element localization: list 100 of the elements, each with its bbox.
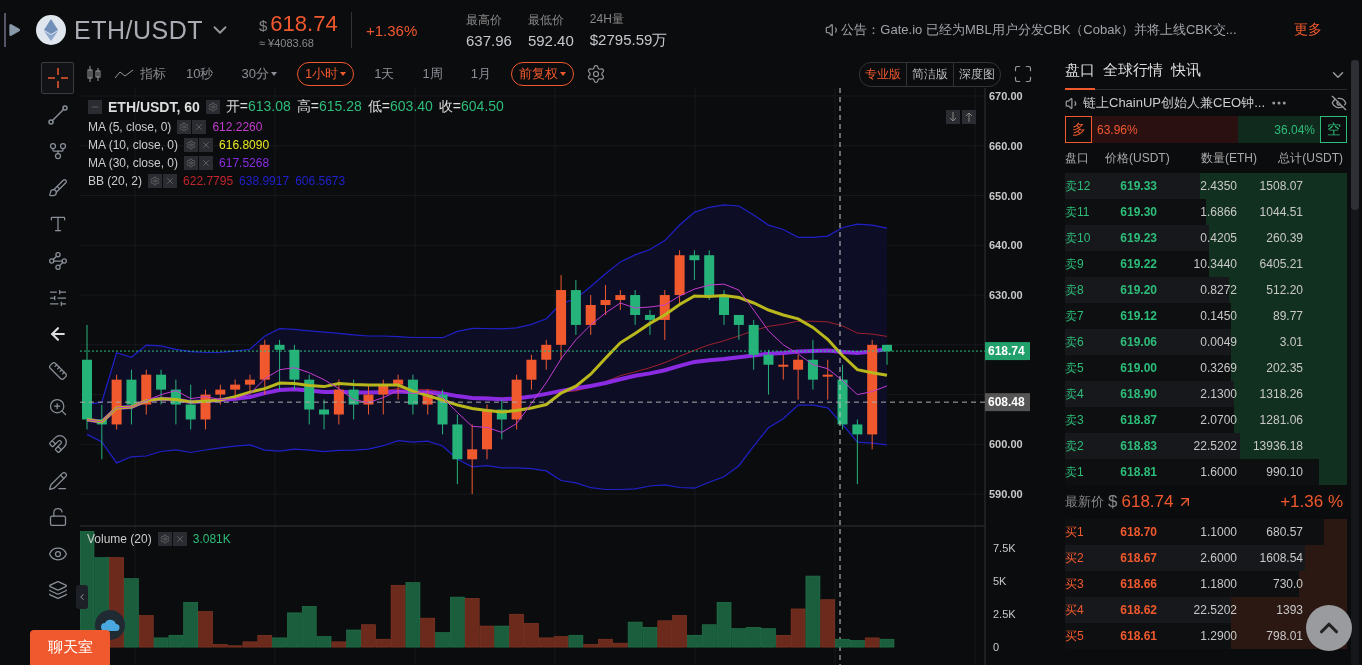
currency-symbol: $ [259,17,268,34]
stat-label: 24H量 [589,10,625,28]
candlestick [156,369,167,406]
interval-tab[interactable]: 1周 [414,62,451,86]
chat-room-button[interactable]: 聊天室 [30,630,110,665]
interval-tab[interactable]: 1月 [462,62,499,86]
long-label: 多 [1065,116,1092,143]
ask-label: 卖5 [1065,359,1085,377]
coin-logo-icon [36,15,66,45]
ask-label: 卖1 [1065,463,1085,481]
candlestick [230,379,241,401]
sliders-icon [47,287,68,308]
line-chart-icon[interactable] [114,68,134,80]
scale-up-icon[interactable] [962,110,976,124]
candlestick [363,384,374,415]
more-link[interactable]: 更多 [1294,21,1322,39]
view-tab[interactable]: 简洁版 [906,62,953,86]
bid-amount: 1.2900 [1199,629,1237,643]
candlestick [170,379,181,425]
chevron-left-icon [77,592,87,602]
candlestick [200,389,211,430]
column-header: 盘口 [1065,149,1090,167]
fullscreen-icon[interactable] [1013,64,1033,84]
ask-total: 1318.26 [1258,387,1303,401]
column-header: 价格(USDT) [1104,149,1171,167]
candlestick [644,309,655,336]
ask-amount: 2.4350 [1199,179,1237,193]
ohlc-value: 收=604.50 [438,98,504,116]
crosshair-icon [46,67,69,89]
ask-label: 卖12 [1065,177,1092,195]
candlestick [837,364,848,430]
panel-tab[interactable]: 全球行情 [1103,59,1163,90]
indicator-name: MA (10, close, 0) [88,138,179,152]
candlestick [304,374,315,425]
gear-icon[interactable] [205,100,220,114]
candlestick [793,354,804,401]
ask-amount: 22.5202 [1192,439,1237,453]
gear-icon[interactable] [184,138,199,152]
short-label: 空 [1320,116,1347,143]
close-icon[interactable] [199,138,214,152]
candlestick [704,249,715,301]
candlestick [244,374,255,396]
indicator-label[interactable]: 指标 [140,65,166,83]
ask-total: 512.20 [1265,283,1303,297]
news-ticker-text: 链上ChainUP创始人兼CEO钟... [1083,94,1266,112]
candlestick [689,249,700,281]
hide-icon[interactable] [1331,95,1347,111]
interval-tab[interactable]: 10秒 [178,62,222,86]
panel-tab[interactable]: 快讯 [1171,59,1201,90]
ruler-icon [47,360,68,381]
volume-bar [642,627,658,648]
close-icon[interactable] [192,120,207,134]
candlestick [333,379,344,425]
settings-icon[interactable] [585,64,606,84]
candlestick [674,249,685,306]
view-tab[interactable]: 深度图 [953,62,1000,86]
line-tool-icon [46,103,69,126]
fork-icon [47,141,68,162]
gear-icon[interactable] [148,174,163,188]
candlestick-icon[interactable] [86,65,102,83]
ask-price: 619.22 [1119,257,1157,271]
bid-amount: 22.5202 [1192,603,1237,617]
gear-icon[interactable] [157,532,172,546]
indicator-value: 616.8090 [219,138,270,152]
zoom-in-icon [47,397,68,418]
price-tag: 618.74 [985,342,1030,361]
candlestick [733,314,744,341]
ask-amount: 0.4205 [1199,231,1237,245]
short-share: 36.04% [1273,122,1316,137]
interval-tab[interactable]: 30分 [233,62,285,86]
pencil-icon [47,470,68,491]
ask-label: 卖6 [1065,333,1085,351]
interval-tab[interactable]: 1天 [366,62,403,86]
long-share: 63.96% [1096,122,1139,137]
gear-icon[interactable] [184,156,199,170]
close-icon[interactable] [172,532,187,546]
candlestick [96,404,107,460]
axis-label: 650.00 [989,189,1023,202]
stat-value: 592.40 [527,31,574,49]
scrollbar-thumb[interactable] [1351,60,1359,210]
candlestick [615,289,626,311]
bid-total: 798.01 [1265,629,1303,643]
volume-title: Volume (20) [87,532,152,546]
ask-total: 89.77 [1271,309,1303,323]
axis-label: 7.5K [993,542,1016,555]
close-icon[interactable] [163,174,178,188]
gear-icon[interactable] [177,120,192,134]
ask-amount: 1.6866 [1199,205,1237,219]
view-tab[interactable]: 专业版 [860,62,906,86]
panel-tab[interactable]: 盘口 [1065,59,1095,90]
indicator-value: 612.2260 [212,120,263,134]
close-icon[interactable] [199,156,214,170]
volume-bar [879,638,895,648]
axis-label: 630.00 [989,289,1023,302]
ask-total: 13936.18 [1251,439,1303,453]
axis-label: 660.00 [989,139,1023,152]
candlestick [852,418,863,485]
scale-down-icon[interactable] [946,110,960,124]
indicator-name: MA (5, close, 0) [88,120,172,134]
announcement-text: 公告：Gate.io 已经为MBL用户分发CBK（Cobak）并将上线CBK交... [841,21,1237,39]
